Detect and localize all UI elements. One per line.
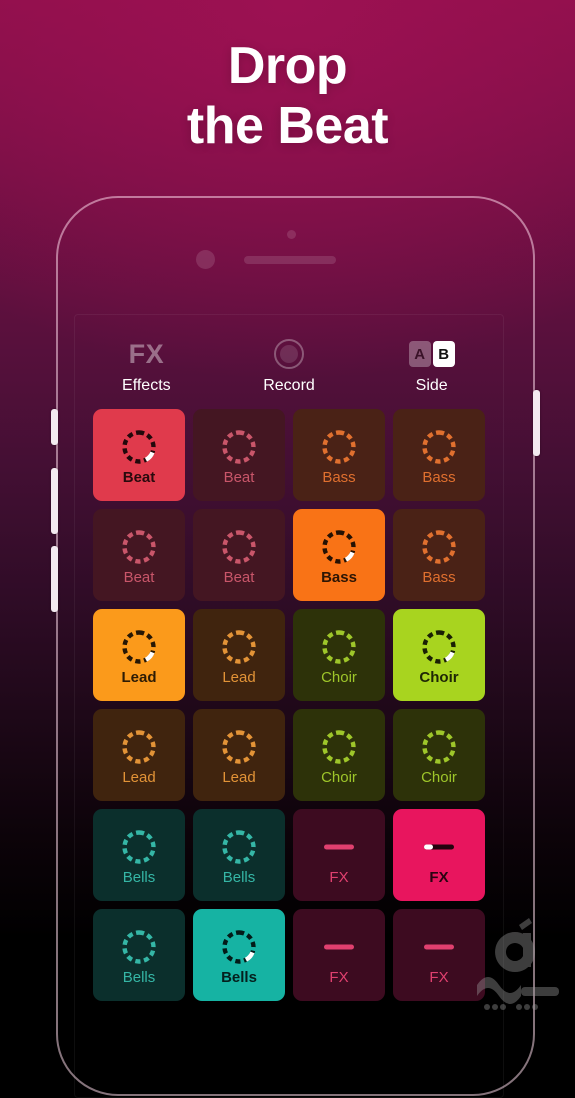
pad-label: Bells <box>122 868 156 886</box>
loop-ring-icon <box>218 626 260 668</box>
pad-label: Bass <box>422 568 456 586</box>
loop-ring-icon <box>118 726 160 768</box>
pad-label: Bass <box>321 568 357 586</box>
site-watermark-logo <box>477 918 559 1010</box>
pad-label: Bells <box>222 868 256 886</box>
pad-label: Choir <box>421 768 457 786</box>
pad-choir-11[interactable]: Choir <box>393 609 485 701</box>
loop-ring-icon <box>118 526 160 568</box>
app-toolbar: FX Effects Record A B Side <box>75 315 503 409</box>
pad-fx-22[interactable]: FX <box>293 909 385 1001</box>
record-icon <box>218 337 361 371</box>
record-dot <box>280 345 298 363</box>
loop-ring-icon <box>318 726 360 768</box>
loop-ring-icon <box>218 426 260 468</box>
toolbar-item-record[interactable]: Record <box>218 337 361 395</box>
pad-label: FX <box>329 968 349 986</box>
pad-bass-6[interactable]: Bass <box>293 509 385 601</box>
pad-beat-0[interactable]: Beat <box>93 409 185 501</box>
fx-bar-icon <box>418 826 460 868</box>
pad-label: Beat <box>223 468 255 486</box>
side-ab-icon: A B <box>360 337 503 371</box>
pad-label: Lead <box>222 668 256 686</box>
loop-ring-icon <box>118 426 160 468</box>
pad-label: Beat <box>123 568 155 586</box>
pad-bells-21[interactable]: Bells <box>193 909 285 1001</box>
toolbar-label-effects: Effects <box>122 377 171 394</box>
pad-label: Bass <box>422 468 456 486</box>
loop-ring-icon <box>218 926 260 968</box>
toolbar-item-effects[interactable]: FX Effects <box>75 337 218 395</box>
pad-choir-10[interactable]: Choir <box>293 609 385 701</box>
pad-bells-17[interactable]: Bells <box>193 809 285 901</box>
pad-label: Choir <box>321 668 357 686</box>
front-camera-icon <box>196 250 215 269</box>
fx-bar-icon <box>318 926 360 968</box>
side-chip-a[interactable]: A <box>408 341 431 367</box>
toolbar-label-side: Side <box>415 377 448 394</box>
pad-lead-9[interactable]: Lead <box>193 609 285 701</box>
pad-bells-16[interactable]: Bells <box>93 809 185 901</box>
earpiece-speaker-icon <box>244 256 336 264</box>
fx-icon: FX <box>128 338 165 369</box>
page-title: Drop the Beat <box>0 36 575 157</box>
pad-label: Beat <box>223 568 255 586</box>
pad-label: Choir <box>321 768 357 786</box>
loop-ring-icon <box>218 526 260 568</box>
pad-grid: Beat Beat Bass Bass Beat Beat Bass Bass … <box>75 409 503 1001</box>
pad-label: Lead <box>222 768 256 786</box>
pad-label: Lead <box>122 768 156 786</box>
pad-label: Bass <box>322 468 356 486</box>
loop-ring-icon <box>218 826 260 868</box>
loop-ring-icon <box>318 426 360 468</box>
pad-lead-8[interactable]: Lead <box>93 609 185 701</box>
loop-ring-icon <box>118 626 160 668</box>
pad-lead-13[interactable]: Lead <box>193 709 285 801</box>
proximity-sensor-icon <box>287 230 296 239</box>
volume-down-button[interactable] <box>51 546 58 612</box>
pad-label: Lead <box>121 668 157 686</box>
toolbar-label-record: Record <box>263 377 315 394</box>
volume-up-button[interactable] <box>51 468 58 534</box>
headline-line-1: Drop <box>227 37 348 95</box>
loop-ring-icon <box>318 626 360 668</box>
record-ring <box>274 339 304 369</box>
pad-label: Beat <box>122 468 156 486</box>
pad-beat-4[interactable]: Beat <box>93 509 185 601</box>
headline-line-2: the Beat <box>186 97 389 156</box>
pad-bass-7[interactable]: Bass <box>393 509 485 601</box>
pad-beat-5[interactable]: Beat <box>193 509 285 601</box>
pad-lead-12[interactable]: Lead <box>93 709 185 801</box>
pad-bells-20[interactable]: Bells <box>93 909 185 1001</box>
pad-label: FX <box>429 868 449 886</box>
loop-ring-icon <box>118 826 160 868</box>
loop-ring-icon <box>318 526 360 568</box>
power-button[interactable] <box>533 390 540 456</box>
pad-label: FX <box>429 968 449 986</box>
loop-ring-icon <box>418 426 460 468</box>
pad-label: Choir <box>419 668 459 686</box>
loop-ring-icon <box>418 626 460 668</box>
pad-choir-15[interactable]: Choir <box>393 709 485 801</box>
loop-ring-icon <box>418 526 460 568</box>
pad-choir-14[interactable]: Choir <box>293 709 385 801</box>
pad-bass-3[interactable]: Bass <box>393 409 485 501</box>
loop-ring-icon <box>418 726 460 768</box>
pad-bass-2[interactable]: Bass <box>293 409 385 501</box>
pad-label: Bells <box>221 968 257 986</box>
pad-label: Bells <box>122 968 156 986</box>
app-screen: FX Effects Record A B Side Beat Beat Bas… <box>74 314 504 1098</box>
pad-beat-1[interactable]: Beat <box>193 409 285 501</box>
pad-label: FX <box>329 868 349 886</box>
fx-bar-icon <box>318 826 360 868</box>
mute-switch-button[interactable] <box>51 409 58 445</box>
loop-ring-icon <box>218 726 260 768</box>
loop-ring-icon <box>118 926 160 968</box>
fx-bar-icon <box>418 926 460 968</box>
pad-fx-19[interactable]: FX <box>393 809 485 901</box>
toolbar-item-side[interactable]: A B Side <box>360 337 503 395</box>
pad-fx-18[interactable]: FX <box>293 809 385 901</box>
side-chip-b[interactable]: B <box>432 341 455 367</box>
